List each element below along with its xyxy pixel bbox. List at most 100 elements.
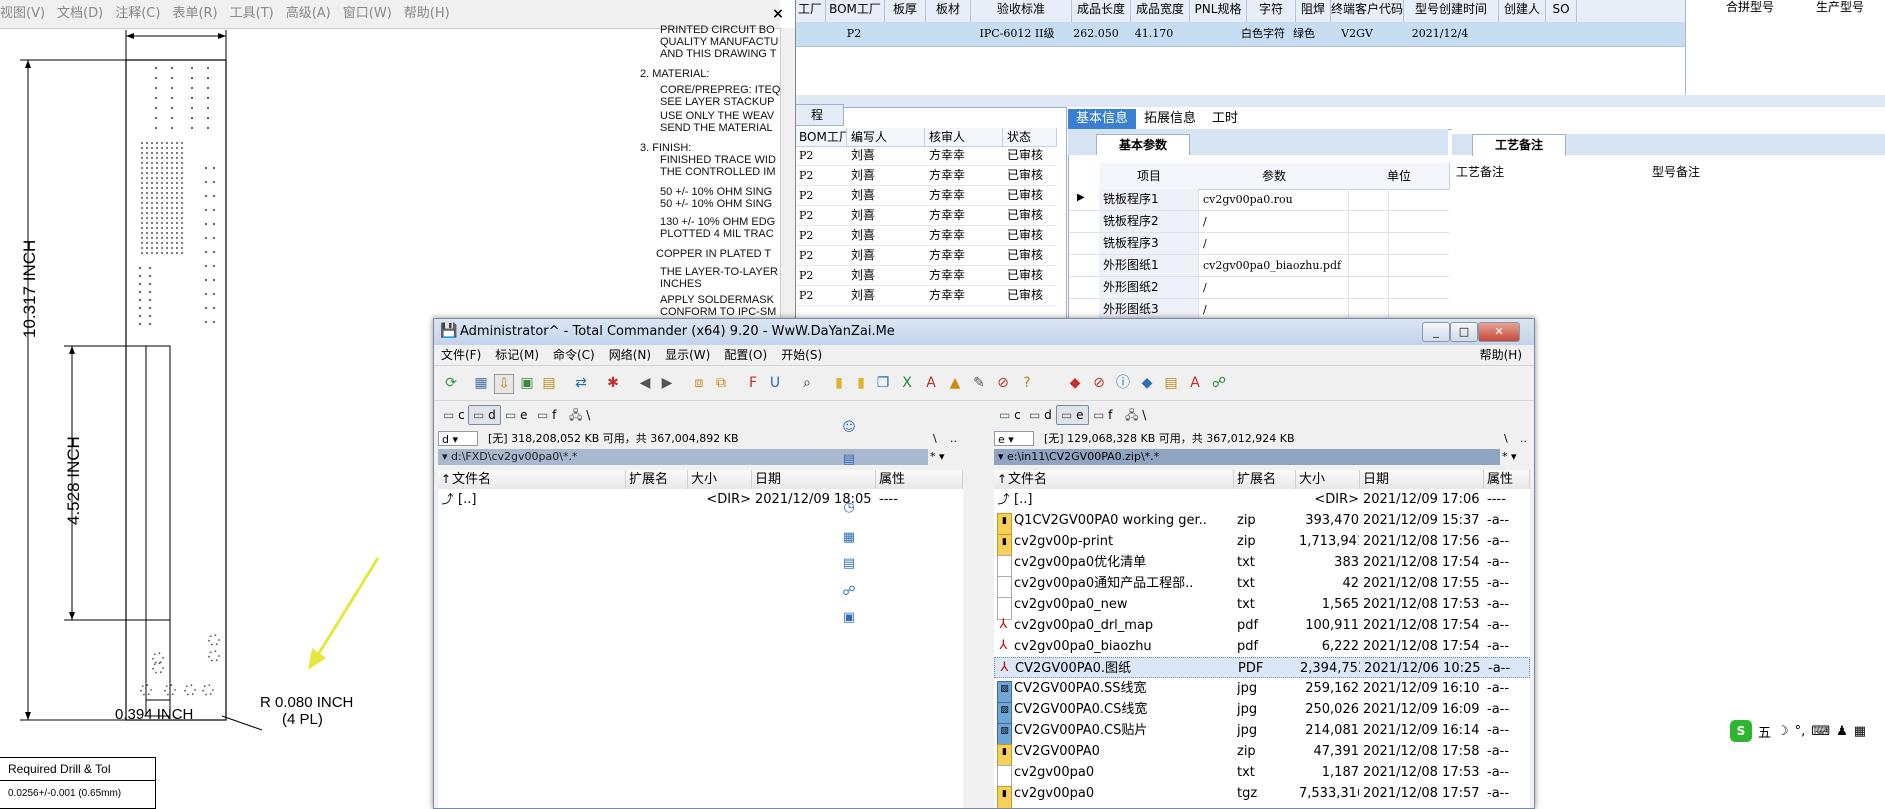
maximize-icon[interactable]: □ (1450, 322, 1478, 342)
param-value[interactable]: / (1199, 277, 1349, 298)
ime-item[interactable]: ☽ (1777, 724, 1789, 739)
shield-icon[interactable]: ◆ (1066, 374, 1084, 392)
pack-files-icon[interactable]: ⧈ (690, 374, 708, 392)
drive-button-c[interactable]: ▭ c (994, 405, 1026, 425)
erp-cell[interactable] (1533, 22, 1563, 46)
erp-cell[interactable]: V2GV (1321, 22, 1393, 46)
acrobat-icon[interactable]: A (1186, 374, 1204, 392)
param-row[interactable]: 铣板程序2/ (1069, 211, 1449, 233)
column-header[interactable]: 文件名 (994, 470, 1234, 489)
sync-dirs-icon[interactable]: ⇄ (572, 374, 590, 392)
erp-cell[interactable]: 白色字符 (1239, 22, 1287, 46)
right-up-button[interactable]: .. (1520, 429, 1527, 449)
erp-cell[interactable] (883, 22, 923, 46)
process-row[interactable]: P2 刘喜 方幸幸 已审核 (795, 266, 1057, 286)
pack-icon[interactable]: ✱ (604, 374, 622, 392)
ime-item[interactable]: °, (1795, 724, 1806, 739)
erp-cell[interactable] (923, 22, 967, 46)
splitter[interactable] (795, 95, 1885, 107)
drive-button-e[interactable]: ▭ e (500, 405, 533, 425)
process-row[interactable]: P2 刘喜 方幸幸 已审核 (795, 166, 1057, 186)
network-icon[interactable]: ☍ (1210, 374, 1228, 392)
tc-menu-item[interactable]: 网络(N) (602, 345, 658, 365)
ime-item[interactable]: ▦ (1854, 724, 1866, 739)
tc-menu-item[interactable]: 标记(M) (488, 345, 546, 365)
param-row[interactable]: 铣板程序3/ (1069, 233, 1449, 255)
erp-col-header[interactable]: 成品长度 (1072, 0, 1131, 22)
column-header[interactable]: 日期 (752, 470, 876, 489)
erp-cell[interactable] (795, 22, 825, 46)
file-row[interactable]: ⤴ [..] <DIR> 2021/12/09 18:05 ---- (438, 489, 963, 510)
process-row[interactable]: P2 刘喜 方幸幸 已审核 (795, 186, 1057, 206)
search-icon[interactable]: ⌕ (798, 374, 816, 392)
left-filter[interactable]: * ▾ (930, 449, 958, 465)
tc-menu-item[interactable]: 命令(C) (546, 345, 602, 365)
erp-col-header[interactable]: 板厚 (885, 0, 926, 22)
erp-col-header[interactable]: SO (1546, 0, 1577, 22)
tab-basic-params[interactable]: 基本参数 (1096, 134, 1190, 156)
pdf-menu-item[interactable]: 帮助(H) (404, 0, 450, 28)
column-header[interactable]: 大小 (1296, 470, 1360, 489)
stop-icon[interactable]: ⊘ (994, 374, 1012, 392)
erp-cell[interactable]: 262.050 (1067, 22, 1125, 46)
column-header[interactable]: 大小 (688, 470, 752, 489)
pdf-scrollbar[interactable] (780, 28, 795, 328)
erp-col-header[interactable]: 验收标准 (971, 0, 1072, 22)
erp-cell[interactable]: IPC-6012 II级 (967, 22, 1067, 46)
left-root-button[interactable]: \ (933, 429, 937, 449)
excel-small-icon[interactable]: ▦ (840, 529, 858, 547)
erp-col-header[interactable]: BOM工厂 (826, 0, 885, 22)
drive-button-network[interactable]: 🖧 \ (564, 405, 595, 425)
left-up-button[interactable]: .. (950, 429, 957, 449)
tab-extended-info[interactable]: 拓展信息 (1136, 109, 1204, 129)
back-icon[interactable]: ◀ (636, 374, 654, 392)
file-row[interactable]: cv2gv00pa0通知产品工程部.. txt 42 2021/12/08 17:55… (994, 573, 1530, 599)
tc-menu-item[interactable]: 文件(F) (434, 345, 488, 365)
param-value[interactable]: cv2gv00pa0_biaozhu.pdf (1199, 255, 1349, 276)
forward-icon[interactable]: ▶ (658, 374, 676, 392)
param-value[interactable]: / (1199, 233, 1349, 254)
column-header[interactable]: 日期 (1360, 470, 1484, 489)
erp-col-header[interactable]: 终端客户代码 (1331, 0, 1404, 22)
ime-item[interactable]: 五 (1758, 722, 1771, 741)
pdf-menu-item[interactable]: 注释(C) (115, 0, 160, 28)
erp-cell[interactable]: P2 (825, 22, 883, 46)
thumbnail-icon[interactable]: ▣ (518, 374, 536, 392)
erp-grid-selected-row[interactable]: P2 IPC-6012 II级 262.050 41.170 白色字符 绿色 V2GV 202… (795, 22, 1685, 47)
tree-view-icon[interactable]: ⇩ (494, 374, 514, 394)
clock-icon[interactable]: ◷ (840, 499, 858, 517)
file-row[interactable]: ▮ cv2gv00p-print zip 1,713,941 2021/12/08 17… (994, 531, 1530, 557)
drive-button-e[interactable]: ▭ e (1056, 405, 1089, 425)
erp-col-header[interactable]: 成品宽度 (1131, 0, 1190, 22)
ime-item[interactable]: ♟ (1836, 724, 1848, 739)
param-value[interactable]: / (1199, 211, 1349, 232)
param-value[interactable]: / (1199, 299, 1349, 320)
file-row[interactable]: ▮ cv2gv00pa0 tgz 7,533,316 2021/12/08 17:57-… (994, 783, 1530, 808)
doc-icon[interactable]: ▤ (1162, 374, 1180, 392)
copy-icon[interactable]: ❐ (874, 374, 892, 392)
sogou-ime-icon[interactable]: S (1730, 720, 1752, 742)
param-row[interactable]: 外形图纸1 cv2gv00pa0_biaozhu.pdf (1069, 255, 1449, 277)
right-path-bar[interactable]: ▾ e:\in11\CV2GV00PA0.zip\*.* (994, 449, 1500, 465)
column-header[interactable]: 文件名 (438, 470, 626, 489)
param-row[interactable]: 外形图纸2/ (1069, 277, 1449, 299)
file-row[interactable]: cv2gv00pa0 txt 1,187 2021/12/08 17:53 -a-- (994, 762, 1530, 788)
tab-craft-notes[interactable]: 工艺备注 (1472, 134, 1566, 156)
file-row[interactable]: ⤴ [..] <DIR> 2021/12/09 17:06 ---- (994, 489, 1530, 510)
left-file-list[interactable]: ⤴ [..] <DIR> 2021/12/09 18:05 ---- (438, 489, 963, 808)
column-header[interactable]: 扩展名 (626, 470, 688, 489)
ftp-icon[interactable]: F (744, 374, 762, 392)
network-small-icon[interactable]: ☍ (840, 583, 858, 601)
process-row[interactable]: P2 刘喜 方幸幸 已审核 (795, 206, 1057, 226)
pdf-close-button[interactable]: × (770, 6, 786, 22)
pdf-menu-item[interactable]: 表单(R) (172, 0, 217, 28)
folder-icon[interactable]: ▮ (830, 374, 848, 392)
settings-icon[interactable]: ✎ (970, 374, 988, 392)
image-icon[interactable]: ▣ (840, 609, 858, 627)
left-drive-combo[interactable]: d ▾ (438, 431, 478, 446)
drive-button-d[interactable]: ▭ d (1024, 405, 1057, 425)
file-row[interactable]: cv2gv00pa0_new txt 1,565 2021/12/08 17:53 -a… (994, 594, 1530, 620)
file-row[interactable]: ▨ CV2GV00PA0.CS贴片 jpg 214,081 2021/12/09 16:… (994, 720, 1530, 746)
file-row[interactable]: ▮ Q1CV2GV00PA0 working ger.. zip 393,470 202… (994, 510, 1530, 536)
erp-cell[interactable] (1487, 22, 1533, 46)
